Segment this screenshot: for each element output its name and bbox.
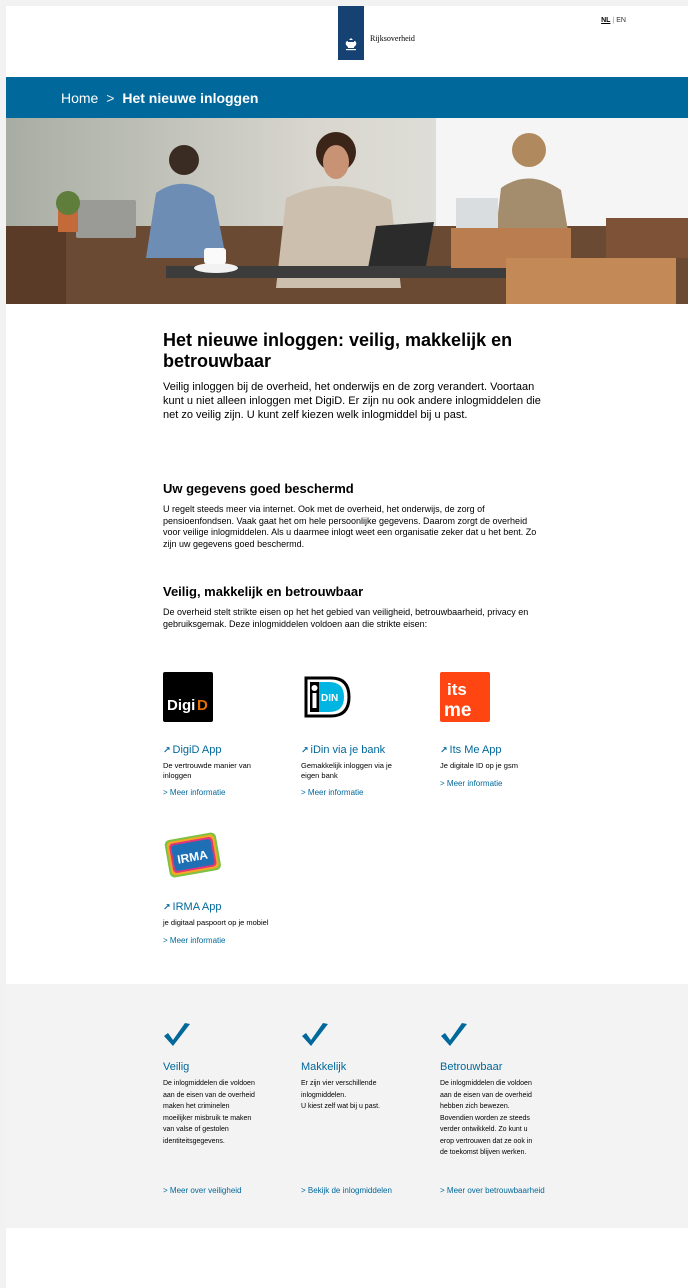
app-desc-idin: Gemakkelijk inloggen via je eigen bank <box>301 761 392 780</box>
chevron-right-icon: > <box>440 1186 447 1195</box>
svg-text:D: D <box>197 697 208 714</box>
feature-title: Veilig <box>163 1061 190 1073</box>
section-heading-privacy: Uw gegevens goed beschermd <box>163 481 354 496</box>
checkmark-icon <box>164 1023 190 1046</box>
app-link-irma[interactable]: ↗ IRMA App <box>163 901 273 913</box>
features-band: Veilig De inlogmiddelen die voldoen aan … <box>6 984 688 1228</box>
feature-title: Betrouwbaar <box>440 1061 503 1073</box>
arrow-upright-icon: ↗ <box>440 745 448 755</box>
lang-separator: | <box>612 17 615 24</box>
app-link-digid[interactable]: ↗ DigiD App <box>163 744 273 756</box>
app-card-irma: IRMA ↗ IRMA App je digitaal paspoort op j… <box>163 828 273 945</box>
feature-title: Makkelijk <box>301 1061 347 1073</box>
page: Rijksoverheid NL | EN Home > Het nieuwe in… <box>6 6 688 1288</box>
app-card-itsme: its me ↗ Its Me App Je digitale ID op je … <box>440 672 550 788</box>
breadcrumb: Home > Het nieuwe inloggen <box>61 90 258 106</box>
app-card-digid: Digi D ↗ DigiD App De vertrouwde manier v… <box>163 672 273 797</box>
svg-text:its: its <box>447 680 467 699</box>
arrow-upright-icon: ↗ <box>163 902 171 912</box>
rijksoverheid-logo[interactable] <box>338 6 364 60</box>
app-desc-irma: je digitaal paspoort op je mobiel <box>163 918 269 927</box>
app-link-idin[interactable]: ↗ iDin via je bank <box>301 744 411 756</box>
app-desc-digid: De vertrouwde manier van inloggen <box>163 761 251 780</box>
more-info-link-irma[interactable]: > Meer informatie <box>163 936 273 945</box>
feature-desc: Er zijn vier verschillende inlogmiddelen… <box>301 1080 380 1110</box>
breadcrumb-home-link[interactable]: Home <box>61 90 98 106</box>
arrow-upright-icon: ↗ <box>163 745 171 755</box>
chevron-right-icon: > <box>163 788 170 797</box>
chevron-right-icon: > <box>301 788 308 797</box>
svg-text:DIN: DIN <box>321 693 338 704</box>
crest-icon <box>345 38 357 51</box>
feature-link-inlogmiddelen[interactable]: > Bekijk de inlogmiddelen <box>301 1186 392 1195</box>
intro-text: Veilig inloggen bij de overheid, het ond… <box>163 381 541 421</box>
svg-text:Digi: Digi <box>167 697 195 714</box>
feature-desc: De inlogmiddelen die voldoen aan de eise… <box>440 1080 533 1156</box>
feature-link-veiligheid[interactable]: > Meer over veiligheid <box>163 1186 242 1195</box>
hero-image <box>6 118 688 304</box>
digid-logo-icon[interactable]: Digi D <box>163 672 213 722</box>
app-link-itsme[interactable]: ↗ Its Me App <box>440 744 550 756</box>
checkmark-icon <box>302 1023 328 1046</box>
irma-logo-icon[interactable]: IRMA <box>163 828 223 884</box>
breadcrumb-current: Het nieuwe inloggen <box>122 90 259 106</box>
feature-link-betrouwbaarheid[interactable]: > Meer over betrouwbaarheid <box>440 1186 545 1195</box>
page-title: Het nieuwe inloggen: veilig, makkelijk e… <box>163 330 513 371</box>
more-info-link-itsme[interactable]: > Meer informatie <box>440 779 550 788</box>
breadcrumb-bar: Home > Het nieuwe inloggen <box>6 77 688 118</box>
section-heading-requirements: Veilig, makkelijk en betrouwbaar <box>163 584 364 599</box>
lang-nl-link[interactable]: NL <box>601 17 610 24</box>
feature-makkelijk: Makkelijk Er zijn vier verschillende inl… <box>301 1022 426 1195</box>
checkmark-icon <box>441 1023 467 1046</box>
lang-en-link[interactable]: EN <box>616 17 626 24</box>
itsme-logo-icon[interactable]: its me <box>440 672 490 722</box>
chevron-right-icon: > <box>440 778 447 788</box>
app-card-idin: DIN ↗ iDin via je bank Gemakkelijk inlogg… <box>301 672 411 797</box>
intro-section: Het nieuwe inloggen: veilig, makkelijk e… <box>163 330 543 422</box>
app-desc-itsme: Je digitale ID op je gsm <box>440 761 518 770</box>
requirements-section: Veilig, makkelijk en betrouwbaar De over… <box>163 584 543 630</box>
svg-text:me: me <box>444 700 471 721</box>
chevron-right-icon: > <box>163 1186 170 1195</box>
more-info-link-digid[interactable]: > Meer informatie <box>163 788 273 797</box>
feature-veilig: Veilig De inlogmiddelen die voldoen aan … <box>163 1022 288 1195</box>
chevron-right-icon: > <box>102 90 119 106</box>
feature-desc: De inlogmiddelen die voldoen aan de eise… <box>163 1080 255 1145</box>
privacy-section: Uw gegevens goed beschermd U regelt stee… <box>163 481 543 550</box>
language-switch: NL | EN <box>601 17 626 24</box>
feature-betrouwbaar: Betrouwbaar De inlogmiddelen die voldoen… <box>440 1022 565 1195</box>
section-text-requirements: De overheid stelt strikte eisen op het h… <box>163 607 529 629</box>
logo-wordmark[interactable]: Rijksoverheid <box>370 34 415 43</box>
chevron-right-icon: > <box>163 935 170 945</box>
chevron-right-icon: > <box>301 1186 308 1195</box>
idin-logo-icon[interactable]: DIN <box>301 672 351 722</box>
more-info-link-idin[interactable]: > Meer informatie <box>301 788 411 797</box>
section-text-privacy: U regelt steeds meer via internet. Ook m… <box>163 504 537 549</box>
arrow-upright-icon: ↗ <box>301 745 309 755</box>
